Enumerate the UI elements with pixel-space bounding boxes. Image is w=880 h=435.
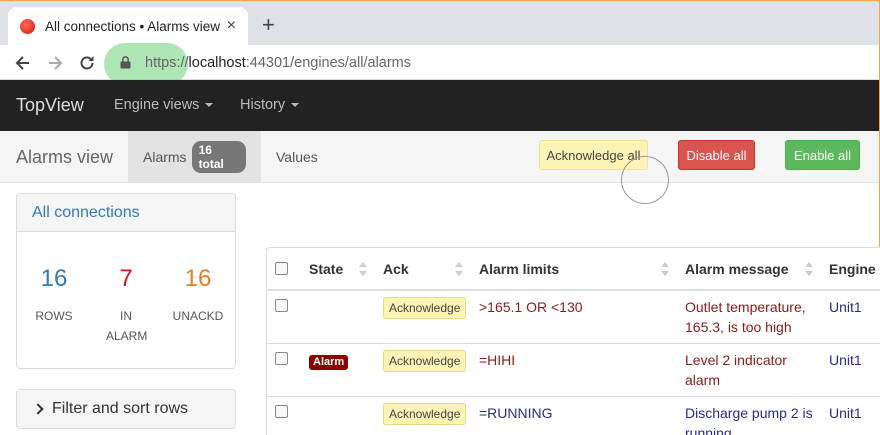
state-cell <box>301 290 375 344</box>
disable-all-button[interactable]: Disable all <box>678 140 755 170</box>
stat-rows-label: ROWS <box>35 309 73 323</box>
url-scheme: https:// <box>145 54 189 71</box>
column-header-ack[interactable]: Ack <box>375 248 471 291</box>
browser-toolbar: https://localhost:44301/engines/all/alar… <box>0 43 879 85</box>
url-host: localhost <box>188 54 246 71</box>
engine-views-menu[interactable]: Engine views <box>114 97 214 113</box>
alarm-limits-cell: =HIHI <box>471 343 677 397</box>
alarms-table: State Ack Alarm limits Alarm message Eng… <box>266 247 880 435</box>
stat-in-alarm: 7 IN ALARM <box>91 264 161 346</box>
column-header-alarm-message[interactable]: Alarm message <box>677 248 821 291</box>
alarm-message-cell: Outlet temperature, 165.3, is too high <box>677 290 821 344</box>
close-tab-icon[interactable]: × <box>227 18 236 34</box>
column-header-engine-label: Engine <box>829 260 876 277</box>
row-checkbox[interactable] <box>275 405 288 418</box>
view-header: Alarms view Alarms 16 total Values Ackno… <box>0 131 879 183</box>
sort-icon <box>455 262 463 276</box>
column-header-engine[interactable]: Engine <box>821 248 880 291</box>
brand-logo[interactable]: TopView <box>16 95 84 116</box>
stat-rows-value: 16 <box>40 265 68 292</box>
browser-tab-strip: All connections • Alarms view × + <box>0 1 879 45</box>
browser-tab[interactable]: All connections • Alarms view × <box>8 7 248 45</box>
select-all-cell <box>267 248 301 291</box>
url-text: https://localhost:44301/engines/all/alar… <box>145 55 411 71</box>
page-title: Alarms view <box>16 147 114 167</box>
engine-cell[interactable]: Unit1 <box>821 396 880 435</box>
acknowledge-button[interactable]: Acknowledge <box>383 297 467 319</box>
caret-down-icon <box>205 103 214 108</box>
tab-values[interactable]: Values <box>261 131 333 182</box>
filter-sort-toggle[interactable]: Filter and sort rows <box>16 389 236 429</box>
stat-unackd-value: 16 <box>184 265 212 292</box>
enable-all-button[interactable]: Enable all <box>785 140 860 170</box>
history-menu[interactable]: History <box>240 97 300 113</box>
caret-down-icon <box>291 103 300 108</box>
lock-icon <box>120 56 131 69</box>
table-row: Acknowledge =RUNNING Discharge pump 2 is… <box>267 396 880 435</box>
all-connections-link[interactable]: All connections <box>17 194 235 232</box>
url-path: :44301/engines/all/alarms <box>245 54 412 71</box>
stat-unackd-label: UNACKD <box>172 309 224 323</box>
acknowledge-all-button[interactable]: Acknowledge all <box>539 140 648 170</box>
table-row: Acknowledge >165.1 OR <130 Outlet temper… <box>267 290 880 344</box>
favicon-icon <box>20 18 35 34</box>
column-header-state-label: State <box>309 260 344 277</box>
column-header-alarm-limits-label: Alarm limits <box>479 260 560 277</box>
alarm-message-cell: Level 2 indicator alarm <box>677 343 821 397</box>
tab-alarms[interactable]: Alarms 16 total <box>128 131 261 182</box>
sort-icon <box>661 262 669 276</box>
tab-values-label: Values <box>276 148 318 165</box>
row-checkbox[interactable] <box>275 299 288 312</box>
history-label: History <box>240 97 286 113</box>
app-navbar: TopView Engine views History <box>0 80 879 131</box>
select-all-checkbox[interactable] <box>275 261 288 275</box>
stat-in-alarm-value: 7 <box>119 265 133 292</box>
state-cell <box>301 396 375 435</box>
stat-in-alarm-label: IN ALARM <box>106 309 148 343</box>
new-tab-icon[interactable]: + <box>262 14 275 36</box>
acknowledge-button[interactable]: Acknowledge <box>383 350 467 372</box>
stat-unackd: 16 UNACKD <box>163 264 233 326</box>
reload-icon[interactable] <box>77 53 97 73</box>
filter-sort-label: Filter and sort rows <box>52 400 189 417</box>
engine-views-label: Engine views <box>114 97 200 113</box>
engine-cell[interactable]: Unit1 <box>821 290 880 344</box>
sort-icon <box>805 262 813 276</box>
alarm-count-badge: 16 total <box>191 140 246 173</box>
tab-alarms-label: Alarms <box>143 148 187 165</box>
table-header-row: State Ack Alarm limits Alarm message Eng… <box>267 248 880 291</box>
column-header-ack-label: Ack <box>383 260 409 277</box>
address-bar[interactable]: https://localhost:44301/engines/all/alar… <box>104 43 874 85</box>
column-header-state[interactable]: State <box>301 248 375 291</box>
forward-arrow-icon[interactable] <box>45 53 65 73</box>
alarm-limits-cell: =RUNNING <box>471 396 677 435</box>
acknowledge-button[interactable]: Acknowledge <box>383 403 467 425</box>
connections-panel: All connections 16 ROWS 7 IN ALARM 16 UN… <box>16 193 236 369</box>
alarm-message-cell: Discharge pump 2 is running <box>677 396 821 435</box>
tab-title: All connections • Alarms view <box>45 18 221 34</box>
row-checkbox[interactable] <box>275 352 288 365</box>
state-alarm-badge: Alarm <box>309 355 349 370</box>
chevron-right-icon <box>32 403 44 415</box>
column-header-alarm-limits[interactable]: Alarm limits <box>471 248 677 291</box>
back-arrow-icon[interactable] <box>13 53 33 73</box>
alarm-limits-cell: >165.1 OR <130 <box>471 290 677 344</box>
stat-rows: 16 ROWS <box>19 264 89 326</box>
sort-icon <box>359 262 367 276</box>
table-row: Alarm Acknowledge =HIHI Level 2 indicato… <box>267 343 880 397</box>
engine-cell[interactable]: Unit1 <box>821 343 880 397</box>
column-header-alarm-message-label: Alarm message <box>685 260 789 277</box>
